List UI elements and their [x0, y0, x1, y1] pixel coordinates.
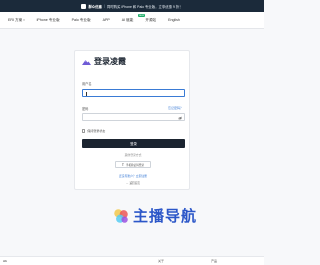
login-button[interactable]: 登录	[82, 139, 185, 148]
password-label: 密码	[82, 107, 89, 111]
username-field[interactable]	[82, 89, 185, 105]
nav-item-iphone-pro[interactable]: iPhone 专业版	[37, 18, 60, 23]
eye-icon[interactable]	[177, 116, 183, 121]
nav-item-label: iPhone 专业版	[36, 17, 60, 22]
login-title: 登录凌霞	[94, 57, 126, 66]
login-card: 登录凌霞 用户名 密码 忘记密码？ 保持登录状态 登录 其他登录方式 手机验证码…	[74, 50, 190, 190]
top-nav: ERI 方案▾ iPhone 专业版 Palo 专业版 APP AI 赋能 NE…	[0, 12, 264, 29]
banner-notice[interactable]: 同时购买 iPhone 和 Palo 专业版，立享优惠 9 折！	[107, 4, 183, 9]
nav-item-eri[interactable]: ERI 方案▾	[8, 18, 25, 23]
register-link[interactable]: 还没有账户？立即注册	[75, 174, 191, 178]
password-field[interactable]	[82, 113, 185, 129]
footer-left-text: Ah	[3, 259, 7, 263]
phone-icon	[122, 162, 125, 167]
other-methods-label: 其他登录方式	[124, 153, 142, 157]
nav-item-label: English	[168, 18, 180, 22]
footer-about[interactable]: 关于	[158, 259, 164, 263]
banner-separator: |	[103, 4, 105, 8]
remember-row[interactable]: 保持登录状态	[82, 129, 105, 133]
new-badge: NEW	[137, 14, 146, 18]
nav-item-label: AI 赋能	[121, 17, 134, 22]
login-header: 登录凌霞	[82, 56, 126, 67]
watermark: 主播导航	[112, 205, 197, 226]
phone-login-button[interactable]: 手机验证码登录	[115, 161, 151, 168]
footer: Ah 关于 产品	[0, 256, 264, 265]
nav-item-open-source[interactable]: 开源站	[145, 18, 156, 23]
anchor-logo-icon	[114, 208, 128, 223]
nav-item-label: 开源站	[145, 17, 157, 22]
forgot-password-link[interactable]: 忘记密码？	[168, 106, 183, 110]
mountain-logo-icon	[82, 59, 91, 65]
brand-logo-icon	[81, 3, 87, 9]
back-home-link[interactable]: ← 返回首页	[75, 181, 191, 185]
footer-products[interactable]: 产品	[211, 259, 217, 263]
nav-item-ai[interactable]: AI 赋能 NEW	[121, 14, 146, 23]
phone-login-label: 手机验证码登录	[125, 163, 145, 167]
nav-item-label: APP	[102, 18, 110, 22]
banner-brand: 群众优惠	[88, 4, 102, 9]
nav-item-app[interactable]: APP	[103, 18, 110, 22]
nav-item-english[interactable]: English	[168, 18, 180, 22]
nav-item-palo-pro[interactable]: Palo 专业版	[72, 18, 91, 23]
promo-banner[interactable]: 群众优惠 | 同时购买 iPhone 和 Palo 专业版，立享优惠 9 折！	[0, 0, 264, 12]
username-input[interactable]	[83, 99, 184, 105]
chevron-down-icon: ▾	[23, 17, 25, 22]
nav-item-label: ERI 方案	[8, 17, 23, 22]
remember-label: 保持登录状态	[87, 129, 106, 133]
watermark-text: 主播导航	[133, 208, 198, 225]
username-label: 用户名	[82, 82, 92, 86]
nav-item-label: Palo 专业版	[71, 17, 91, 22]
remember-checkbox[interactable]	[82, 129, 86, 133]
